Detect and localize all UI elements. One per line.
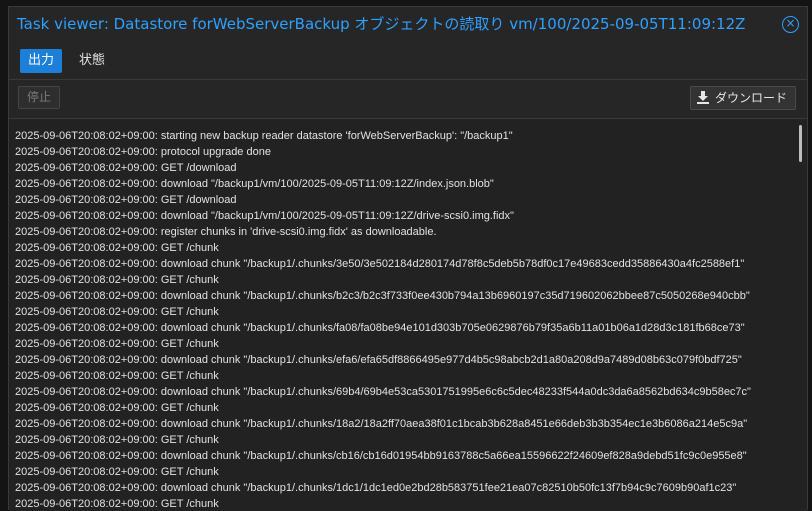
log-line: 2025-09-06T20:08:02+09:00: GET /chunk (15, 274, 219, 286)
log-line: 2025-09-06T20:08:02+09:00: GET /download (15, 194, 237, 206)
log-line: 2025-09-06T20:08:02+09:00: download chun… (15, 322, 745, 334)
stop-button[interactable]: 停止 (18, 86, 60, 109)
log-line: 2025-09-06T20:08:02+09:00: download chun… (15, 386, 751, 398)
log-line: 2025-09-06T20:08:02+09:00: GET /chunk (15, 466, 219, 478)
log-line: 2025-09-06T20:08:02+09:00: download chun… (15, 450, 747, 462)
log-line: 2025-09-06T20:08:02+09:00: GET /download (15, 162, 237, 174)
log-lines: 2025-09-06T20:08:02+09:00: starting new … (15, 128, 793, 511)
window-title: Task viewer: Datastore forWebServerBacku… (17, 15, 746, 33)
log-line: 2025-09-06T20:08:02+09:00: protocol upgr… (15, 146, 271, 158)
tab-output[interactable]: 出力 (20, 49, 63, 73)
window-titlebar: Task viewer: Datastore forWebServerBacku… (9, 7, 807, 41)
log-line: 2025-09-06T20:08:02+09:00: starting new … (15, 130, 513, 142)
close-icon[interactable]: × (782, 16, 799, 33)
tab-bar: 出力 状態 (9, 41, 807, 80)
log-line: 2025-09-06T20:08:02+09:00: download chun… (15, 418, 748, 430)
scrollbar-thumb[interactable] (799, 125, 802, 162)
log-line: 2025-09-06T20:08:02+09:00: download "/ba… (15, 210, 514, 222)
download-button-label: ダウンロード (715, 91, 788, 105)
log-line: 2025-09-06T20:08:02+09:00: GET /chunk (15, 242, 219, 254)
log-line: 2025-09-06T20:08:02+09:00: GET /chunk (15, 434, 219, 446)
toolbar: 停止 ダウンロード (9, 80, 807, 119)
log-line: 2025-09-06T20:08:02+09:00: GET /chunk (15, 338, 219, 350)
log-line: 2025-09-06T20:08:02+09:00: GET /chunk (15, 498, 219, 510)
log-line: 2025-09-06T20:08:02+09:00: GET /chunk (15, 306, 219, 318)
log-line: 2025-09-06T20:08:02+09:00: GET /chunk (15, 370, 219, 382)
log-output-panel[interactable]: 2025-09-06T20:08:02+09:00: starting new … (9, 119, 807, 511)
log-line: 2025-09-06T20:08:02+09:00: GET /chunk (15, 402, 219, 414)
log-line: 2025-09-06T20:08:02+09:00: download chun… (15, 290, 750, 302)
tab-status[interactable]: 状態 (71, 49, 113, 73)
log-line: 2025-09-06T20:08:02+09:00: download chun… (15, 258, 745, 270)
download-icon (697, 91, 709, 104)
task-viewer-window: Task viewer: Datastore forWebServerBacku… (8, 6, 808, 511)
log-line: 2025-09-06T20:08:02+09:00: register chun… (15, 226, 437, 238)
log-line: 2025-09-06T20:08:02+09:00: download "/ba… (15, 178, 494, 190)
scrollbar[interactable] (799, 125, 803, 507)
download-button[interactable]: ダウンロード (690, 86, 796, 110)
log-line: 2025-09-06T20:08:02+09:00: download chun… (15, 354, 742, 366)
log-line: 2025-09-06T20:08:02+09:00: download chun… (15, 482, 737, 494)
